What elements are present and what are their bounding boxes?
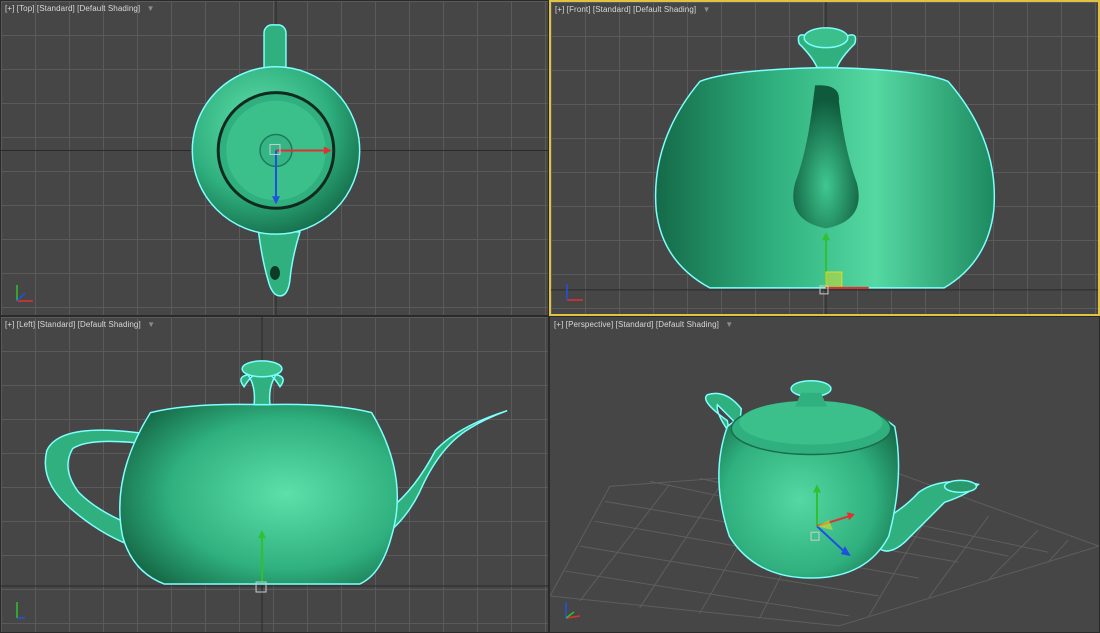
viewport-left[interactable]: [+] [Left] [Standard] [Default Shading] …: [0, 316, 549, 633]
view-label-button[interactable]: [Top]: [17, 4, 35, 13]
teapot-left-view[interactable]: [1, 317, 548, 633]
viewport-front[interactable]: [+] [Front] [Standard] [Default Shading]…: [549, 0, 1100, 316]
filter-icon[interactable]: ▼: [147, 320, 155, 329]
axis-gizmo-icon: [16, 602, 25, 619]
style-label-button[interactable]: [Standard]: [37, 320, 75, 329]
filter-icon[interactable]: ▼: [725, 320, 733, 329]
style-label-button[interactable]: [Standard]: [616, 320, 654, 329]
filter-icon[interactable]: ▼: [147, 4, 155, 13]
viewport-perspective[interactable]: [+] [Perspective] [Standard] [Default Sh…: [549, 316, 1100, 633]
viewport-top[interactable]: [+] [Top] [Standard] [Default Shading] ▼: [0, 0, 549, 316]
shading-label-button[interactable]: [Default Shading]: [77, 4, 140, 13]
style-label-button[interactable]: [Standard]: [593, 5, 631, 14]
view-label-button[interactable]: [Perspective]: [566, 320, 614, 329]
viewport-menu-button[interactable]: [+]: [5, 320, 14, 329]
viewport-label: [+] [Perspective] [Standard] [Default Sh…: [554, 320, 733, 329]
view-label-button[interactable]: [Front]: [567, 5, 591, 14]
axis-gizmo-icon: [16, 285, 33, 302]
viewport-label: [+] [Left] [Standard] [Default Shading] …: [5, 320, 155, 329]
teapot-perspective-view[interactable]: [550, 317, 1099, 633]
filter-icon[interactable]: ▼: [703, 5, 711, 14]
shading-label-button[interactable]: [Default Shading]: [633, 5, 696, 14]
style-label-button[interactable]: [Standard]: [37, 4, 75, 13]
viewport-label: [+] [Top] [Standard] [Default Shading] ▼: [5, 4, 155, 13]
viewport-menu-button[interactable]: [+]: [554, 320, 563, 329]
shading-label-button[interactable]: [Default Shading]: [78, 320, 141, 329]
axis-gizmo-icon: [565, 602, 581, 619]
teapot-front-view[interactable]: [551, 2, 1098, 316]
axis-gizmo-icon: [566, 284, 583, 301]
viewport-menu-button[interactable]: [+]: [5, 4, 14, 13]
shading-label-button[interactable]: [Default Shading]: [656, 320, 719, 329]
teapot-top-view[interactable]: [1, 1, 548, 316]
viewport-menu-button[interactable]: [+]: [555, 5, 564, 14]
viewport-label: [+] [Front] [Standard] [Default Shading]…: [555, 5, 711, 14]
view-label-button[interactable]: [Left]: [17, 320, 35, 329]
